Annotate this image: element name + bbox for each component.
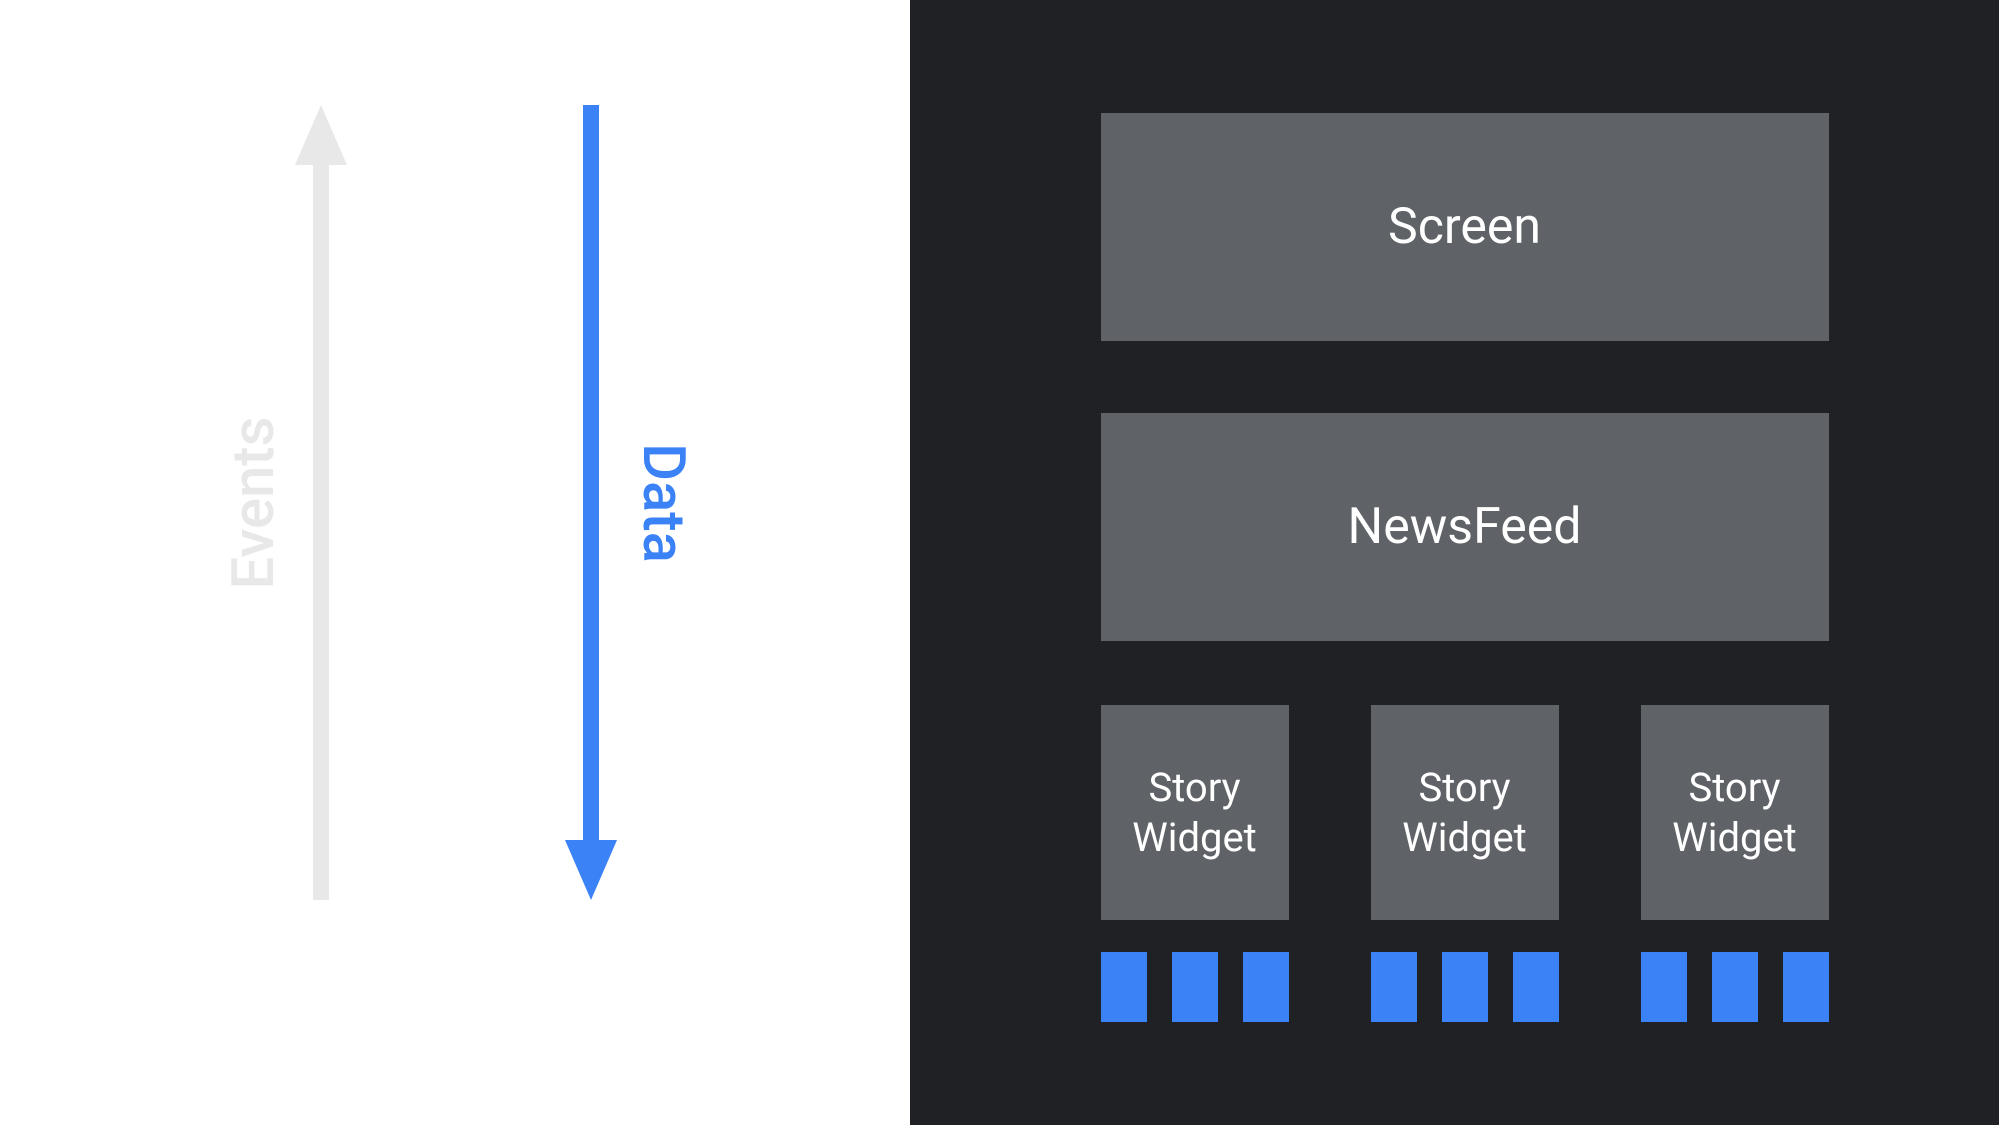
story-widget-block: StoryWidget <box>1641 705 1829 920</box>
newsfeed-label: NewsFeed <box>1348 498 1582 556</box>
story-widget-label: StoryWidget <box>1402 763 1527 863</box>
screen-label: Screen <box>1388 198 1541 256</box>
children-group <box>1641 952 1829 1022</box>
children-group <box>1101 952 1289 1022</box>
data-arrow-label: Data <box>629 443 697 563</box>
child-block <box>1442 952 1488 1022</box>
children-row <box>1101 952 1829 1022</box>
child-block <box>1712 952 1758 1022</box>
arrows-panel: Events Data <box>0 0 910 1125</box>
child-block <box>1641 952 1687 1022</box>
child-block <box>1243 952 1289 1022</box>
children-group <box>1371 952 1559 1022</box>
screen-block: Screen <box>1101 113 1829 341</box>
child-block <box>1371 952 1417 1022</box>
story-widget-block: StoryWidget <box>1101 705 1289 920</box>
story-widgets-row: StoryWidget StoryWidget StoryWidget <box>1101 705 1829 920</box>
story-widget-label: StoryWidget <box>1132 763 1257 863</box>
story-widget-label: StoryWidget <box>1672 763 1797 863</box>
child-block <box>1783 952 1829 1022</box>
events-arrow-label: Events <box>220 416 288 589</box>
child-block <box>1172 952 1218 1022</box>
arrow-up-icon <box>295 105 347 900</box>
story-widget-block: StoryWidget <box>1371 705 1559 920</box>
hierarchy-panel: Screen NewsFeed StoryWidget StoryWidget … <box>910 0 1999 1125</box>
child-block <box>1101 952 1147 1022</box>
arrow-down-icon <box>565 105 617 900</box>
child-block <box>1513 952 1559 1022</box>
data-arrow: Data <box>565 105 617 900</box>
events-arrow: Events <box>295 105 347 900</box>
newsfeed-block: NewsFeed <box>1101 413 1829 641</box>
